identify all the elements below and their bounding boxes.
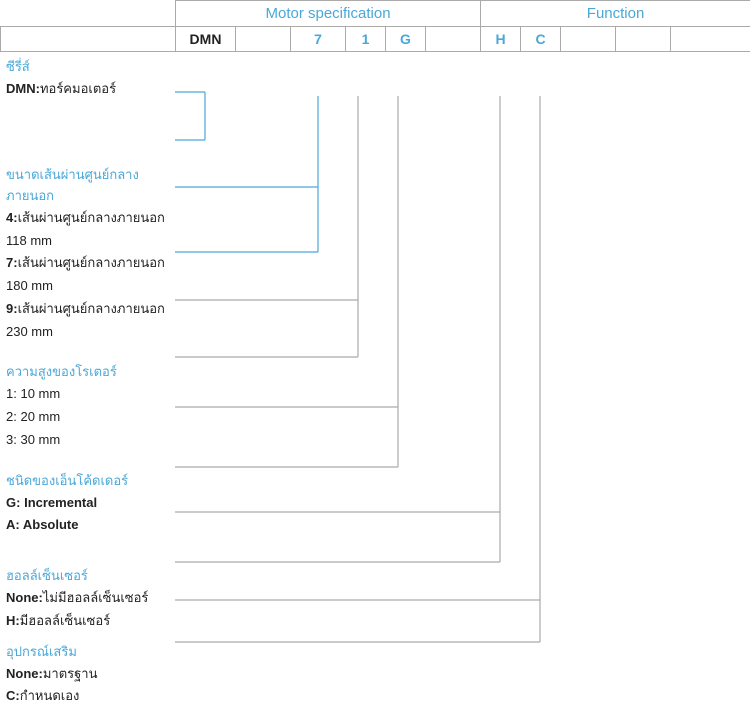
rotor-section: ความสูงของโรเตอร์ 1: 10 mm 2: 20 mm 3: 3… — [0, 357, 175, 455]
accessories-section: อุปกรณ์เสริม None:มาตรฐาน C:กำหนดเอง — [0, 637, 175, 712]
diameter-label-7: 7: — [6, 255, 18, 270]
diameter-text-7: เส้นผ่านศูนย์กลางภายนอก 180 mm — [6, 255, 165, 293]
diameter-item-1: 4:เส้นผ่านศูนย์กลางภายนอก 118 mm — [6, 207, 169, 253]
function-header: Function — [481, 1, 750, 27]
rotor-item-3: 3: 30 mm — [6, 429, 169, 452]
page-container: Motor specification Function DMN 7 1 G H… — [0, 0, 750, 712]
motor-spec-header: Motor specification — [176, 1, 481, 27]
accessories-label-C: C: — [6, 688, 20, 703]
spacer-3 — [0, 456, 175, 466]
encoder-title: ชนิดของเอ็นโค้ดเดอร์ — [6, 470, 169, 491]
diameter-text-9: เส้นผ่านศูนย์กลางภายนอก 230 mm — [6, 301, 165, 339]
accessories-label-none: None: — [6, 666, 43, 681]
series-item-1: DMN:ทอร์คมอเตอร์ — [6, 78, 169, 101]
hall-label-none: None: — [6, 590, 43, 605]
hall-label-H: H: — [6, 613, 20, 628]
spacer-4 — [0, 541, 175, 561]
code-7: 7 — [291, 27, 346, 52]
rotor-text-3: 30 mm — [20, 432, 60, 447]
hall-item-2: H:มีฮอลล์เซ็นเซอร์ — [6, 610, 169, 633]
encoder-text-A: Absolute — [23, 517, 79, 532]
code-dmn: DMN — [176, 27, 236, 52]
code-G: G — [386, 27, 426, 52]
rotor-label-3: 3: — [6, 432, 17, 447]
series-section: ซีรี่ส์ DMN:ทอร์คมอเตอร์ — [0, 52, 175, 105]
diameter-item-2: 7:เส้นผ่านศูนย์กลางภายนอก 180 mm — [6, 252, 169, 298]
hall-text-none: ไม่มีฮอลล์เซ็นเซอร์ — [43, 590, 149, 605]
header-table: Motor specification Function DMN 7 1 G H… — [0, 0, 750, 52]
sections-panel: ซีรี่ส์ DMN:ทอร์คมอเตอร์ ขนาดเส้นผ่านศูน… — [0, 52, 175, 712]
hall-item-1: None:ไม่มีฮอลล์เซ็นเซอร์ — [6, 587, 169, 610]
hall-section: ฮอลล์เซ็นเซอร์ None:ไม่มีฮอลล์เซ็นเซอร์ … — [0, 561, 175, 637]
accessories-item-1: None:มาตรฐาน — [6, 663, 169, 686]
code-H: H — [481, 27, 521, 52]
hall-text-H: มีฮอลล์เซ็นเซอร์ — [20, 613, 110, 628]
encoder-item-1: G: Incremental — [6, 492, 169, 515]
spacer-1 — [0, 105, 175, 160]
diameter-section: ขนาดเส้นผ่านศูนย์กลางภายนอก 4:เส้นผ่านศู… — [0, 160, 175, 348]
series-text-dmn: ทอร์คมอเตอร์ — [40, 81, 116, 96]
diameter-label-4: 4: — [6, 210, 18, 225]
diameter-item-3: 9:เส้นผ่านศูนย์กลางภายนอก 230 mm — [6, 298, 169, 344]
accessories-title: อุปกรณ์เสริม — [6, 641, 169, 662]
encoder-text-G: Incremental — [24, 495, 97, 510]
series-title: ซีรี่ส์ — [6, 56, 169, 77]
rotor-text-1: 10 mm — [20, 386, 60, 401]
code-1: 1 — [346, 27, 386, 52]
rotor-item-1: 1: 10 mm — [6, 383, 169, 406]
rotor-label-2: 2: — [6, 409, 17, 424]
diameter-label-9: 9: — [6, 301, 18, 316]
accessories-text-C: กำหนดเอง — [20, 688, 80, 703]
rotor-label-1: 1: — [6, 386, 17, 401]
rotor-title: ความสูงของโรเตอร์ — [6, 361, 169, 382]
encoder-section: ชนิดของเอ็นโค้ดเดอร์ G: Incremental A: A… — [0, 466, 175, 542]
encoder-label-G: G: — [6, 495, 20, 510]
encoder-item-2: A: Absolute — [6, 514, 169, 537]
spacer-2 — [0, 347, 175, 357]
accessories-text-none: มาตรฐาน — [43, 666, 98, 681]
accessories-item-2: C:กำหนดเอง — [6, 685, 169, 708]
rotor-item-2: 2: 20 mm — [6, 406, 169, 429]
diameter-text-4: เส้นผ่านศูนย์กลางภายนอก 118 mm — [6, 210, 165, 248]
code-C: C — [521, 27, 561, 52]
series-label-dmn: DMN: — [6, 81, 40, 96]
diameter-title: ขนาดเส้นผ่านศูนย์กลางภายนอก — [6, 164, 169, 206]
rotor-text-2: 20 mm — [20, 409, 60, 424]
hall-title: ฮอลล์เซ็นเซอร์ — [6, 565, 169, 586]
encoder-label-A: A: — [6, 517, 20, 532]
main-content: ซีรี่ส์ DMN:ทอร์คมอเตอร์ ขนาดเส้นผ่านศูน… — [0, 52, 750, 712]
